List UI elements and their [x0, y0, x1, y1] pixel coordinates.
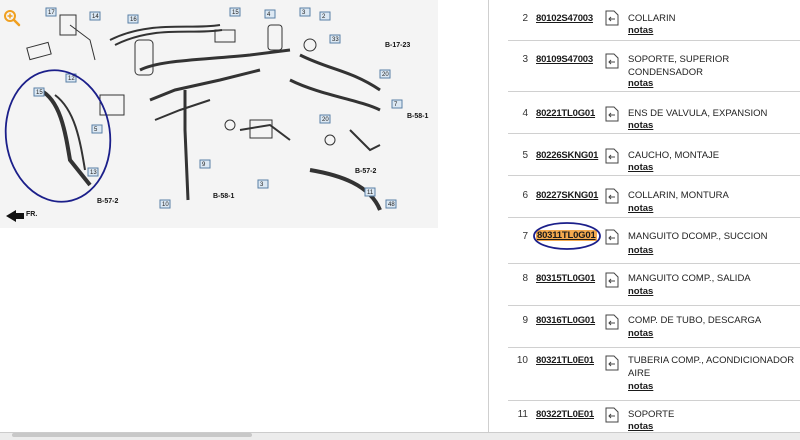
document-arrow-icon[interactable]: [605, 314, 619, 330]
part-row-8: 8 80315TL0G01 MANGUITO COMP., SALIDA not…: [508, 264, 800, 306]
callout-15b: 15: [36, 90, 43, 96]
annotation-circle: [4, 69, 112, 203]
part-index: 9: [522, 315, 528, 326]
notes-link[interactable]: notas: [628, 120, 653, 131]
callout-11: 11: [367, 190, 374, 196]
document-arrow-icon[interactable]: [605, 407, 619, 423]
zoom-in-icon[interactable]: [3, 9, 21, 27]
part-index: 8: [522, 273, 528, 284]
parts-diagram[interactable]: 17 14 16 15 4 3 2 15 12 5 13 10 9 3 20 1…: [0, 0, 438, 228]
part-row-5: 5 80226SKNG01 CAUCHO, MONTAJE notas: [508, 134, 800, 176]
part-description: MANGUITO COMP., SALIDA: [628, 273, 751, 284]
annotation-circle: [533, 222, 601, 250]
part-index: 3: [522, 54, 528, 65]
part-index: 6: [522, 190, 528, 201]
document-arrow-icon[interactable]: [605, 148, 619, 164]
part-row-7: 7 80311TL0G01 MANGUITO DCOMP., SUCCION n…: [508, 218, 800, 264]
callout-33: 33: [332, 37, 339, 43]
part-description: ENS DE VALVULA, EXPANSION: [628, 108, 768, 119]
part-index: 7: [522, 231, 528, 242]
notes-link[interactable]: notas: [628, 245, 653, 256]
part-row-4: 4 80221TL0G01 ENS DE VALVULA, EXPANSION …: [508, 92, 800, 134]
document-arrow-icon[interactable]: [605, 272, 619, 288]
notes-link[interactable]: notas: [628, 25, 653, 36]
part-index: 11: [517, 409, 528, 420]
callout-48: 48: [388, 202, 395, 208]
notes-link[interactable]: notas: [628, 381, 653, 392]
document-arrow-icon[interactable]: [605, 53, 619, 69]
callout-15: 15: [232, 10, 239, 16]
part-row-3: 3 80109S47003 SOPORTE, SUPERIOR CONDENSA…: [508, 41, 800, 92]
part-number-link[interactable]: 80227SKNG01: [536, 190, 598, 201]
part-description: CAUCHO, MONTAJE: [628, 150, 720, 161]
document-arrow-icon[interactable]: [605, 229, 619, 245]
part-index: 5: [522, 150, 528, 161]
part-number-link[interactable]: 80109S47003: [536, 54, 593, 65]
part-number-link[interactable]: 80322TL0E01: [536, 409, 594, 420]
part-number-link[interactable]: 80321TL0E01: [536, 355, 594, 366]
part-number-link[interactable]: 80221TL0G01: [536, 108, 595, 119]
document-arrow-icon[interactable]: [605, 10, 619, 26]
part-index: 4: [522, 108, 528, 119]
part-description: COMP. DE TUBO, DESCARGA: [628, 315, 762, 326]
part-row-11: 11 80322TL0E01 SOPORTE notas: [508, 401, 800, 432]
part-row-2: 2 80102S47003 COLLARIN notas: [508, 0, 800, 41]
part-number-link[interactable]: 80316TL0G01: [536, 315, 595, 326]
part-description: TUBERIA COMP., ACONDICIONADOR AIRE: [628, 355, 795, 379]
callout-12: 12: [68, 76, 75, 82]
document-arrow-icon[interactable]: [605, 106, 619, 122]
part-index: 10: [516, 355, 528, 366]
part-description: COLLARIN: [628, 13, 676, 24]
parts-list: 2 80102S47003 COLLARIN notas 3 80109S470…: [508, 0, 800, 439]
part-description: SOPORTE, SUPERIOR CONDENSADOR: [628, 54, 730, 78]
part-row-6: 6 80227SKNG01 COLLARIN, MONTURA notas: [508, 176, 800, 218]
notes-link[interactable]: notas: [628, 421, 653, 432]
part-description: SOPORTE: [628, 409, 675, 420]
ref-b-57-2-left: B-57-2: [97, 198, 119, 205]
notes-link[interactable]: notas: [628, 203, 653, 214]
ref-b-58-1-bottom: B-58-1: [213, 193, 235, 200]
part-index: 2: [522, 13, 528, 24]
document-arrow-icon[interactable]: [605, 188, 619, 204]
part-row-10: 10 80321TL0E01 TUBERIA COMP., ACONDICION…: [508, 348, 800, 401]
panel-divider: [488, 0, 489, 439]
part-description: MANGUITO DCOMP., SUCCION: [628, 231, 768, 242]
part-number-link[interactable]: 80315TL0G01: [536, 273, 595, 284]
callout-16: 16: [130, 17, 137, 23]
part-row-9: 9 80316TL0G01 COMP. DE TUBO, DESCARGA no…: [508, 306, 800, 348]
part-description: COLLARIN, MONTURA: [628, 190, 729, 201]
notes-link[interactable]: notas: [628, 328, 653, 339]
front-direction-arrow: FR.: [6, 210, 37, 222]
document-arrow-icon[interactable]: [605, 355, 619, 371]
callout-20b: 20: [382, 72, 389, 78]
ref-b-58-1-right: B-58-1: [407, 113, 429, 120]
callout-20: 20: [322, 117, 329, 123]
notes-link[interactable]: notas: [628, 286, 653, 297]
ref-b-57-2-right: B-57-2: [355, 168, 377, 175]
scrollbar-thumb[interactable]: [12, 433, 252, 437]
exploded-diagram-drawing: 17 14 16 15 4 3 2 15 12 5 13 10 9 3 20 1…: [4, 7, 429, 222]
notes-link[interactable]: notas: [628, 78, 653, 89]
callout-10: 10: [162, 202, 169, 208]
part-number-link[interactable]: 80102S47003: [536, 13, 593, 24]
part-number-link[interactable]: 80226SKNG01: [536, 150, 598, 161]
callout-17: 17: [48, 10, 55, 16]
front-label: FR.: [26, 211, 37, 218]
callout-13: 13: [90, 170, 97, 176]
callout-14: 14: [92, 14, 99, 20]
ref-b-17-23: B-17-23: [385, 42, 410, 49]
notes-link[interactable]: notas: [628, 162, 653, 173]
